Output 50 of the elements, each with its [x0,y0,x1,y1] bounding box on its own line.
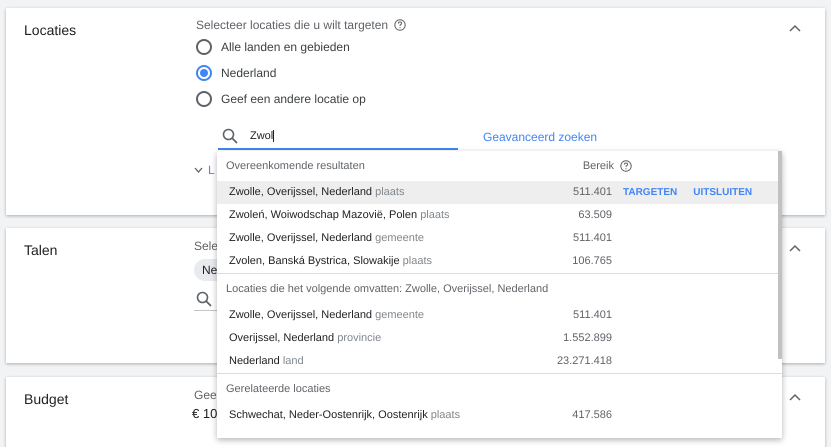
radio-label: Geef een andere locatie op [221,90,366,108]
radio-label: Nederland [221,64,276,82]
prompt-text: Gee [194,387,218,402]
reach-value: 511.401 [572,185,612,200]
suggestion-row[interactable]: Zwolle, Overijssel, Nederland gemeente 511.401 [217,304,782,327]
suggestion-row[interactable]: Zwolle, Overijssel, Nederland gemeente 511.401 [217,227,782,250]
location-name: Zwolle, Overijssel, Nederland gemeente [229,231,426,246]
reach-value: 417.586 [571,408,612,424]
reach-value: 63.509 [577,208,612,224]
show-more-link[interactable]: L [208,161,215,179]
suggestion-row[interactable]: Overijssel, Nederland provincie 1.552.899 [217,327,782,350]
location-name: Zvolen, Banská Bystrica, Slowakije plaats [229,254,433,270]
radio-button[interactable] [196,38,212,54]
group-header: Overeenkomende resultaten [226,158,366,174]
scrollbar-thumb[interactable] [778,151,782,359]
chevron-up-icon[interactable] [789,24,801,32]
suggestion-row[interactable]: Zwoleń, Woiwodschap Mazovië, Polen plaats 63.509 [217,204,782,227]
radio-button[interactable] [196,64,212,80]
section-title: Budget [24,390,68,409]
suggestion-row[interactable]: Schwechat, Neder-Oostenrijk, Oostenrijk plaats 417.586 [217,404,782,427]
help-icon[interactable] [620,160,632,172]
location-name: Schwechat, Neder-Oostenrijk, Oostenrijk plaats [229,408,462,424]
section-title: Talen [24,241,58,260]
group-header: Gerelateerde locaties [226,382,332,397]
chevron-up-icon[interactable] [789,244,801,252]
reach-value: 511.401 [572,308,612,324]
location-name: Zwoleń, Woiwodschap Mazovië, Polen plaats [229,208,451,224]
search-icon [222,128,238,144]
location-name: Overijssel, Nederland provincie [229,331,382,346]
reach-value: 1.552.899 [562,331,612,346]
location-name: Zwolle, Overijssel, Nederland gemeente [229,308,426,324]
reach-header: Bereik [582,158,614,174]
section-title: Locaties [24,21,76,40]
chevron-down-icon[interactable] [194,167,203,173]
help-icon[interactable] [394,19,406,31]
location-name: Zwolle, Overijssel, Nederland plaats [229,185,406,200]
reach-value: 511.401 [572,231,612,246]
search-icon [196,291,212,307]
prompt-text: Sele [194,238,220,253]
chevron-up-icon[interactable] [789,393,801,401]
prompt-text: Selecteer locaties die u wilt targeten [196,17,388,34]
radio-label: Alle landen en gebieden [221,38,350,56]
reach-value: 106.765 [571,254,612,270]
group-header: Locaties die het volgende omvatten: Zwolle, Overijssel, Nederland [226,282,550,297]
reach-value: 23.271.418 [556,354,612,370]
location-name: Nederland land [229,354,305,370]
radio-button[interactable] [196,90,212,106]
suggestion-row[interactable]: Nederland land 23.271.418 [217,350,782,373]
budget-amount: € 10 [192,405,218,423]
advanced-search-link[interactable]: Geavanceerd zoeken [483,128,598,146]
